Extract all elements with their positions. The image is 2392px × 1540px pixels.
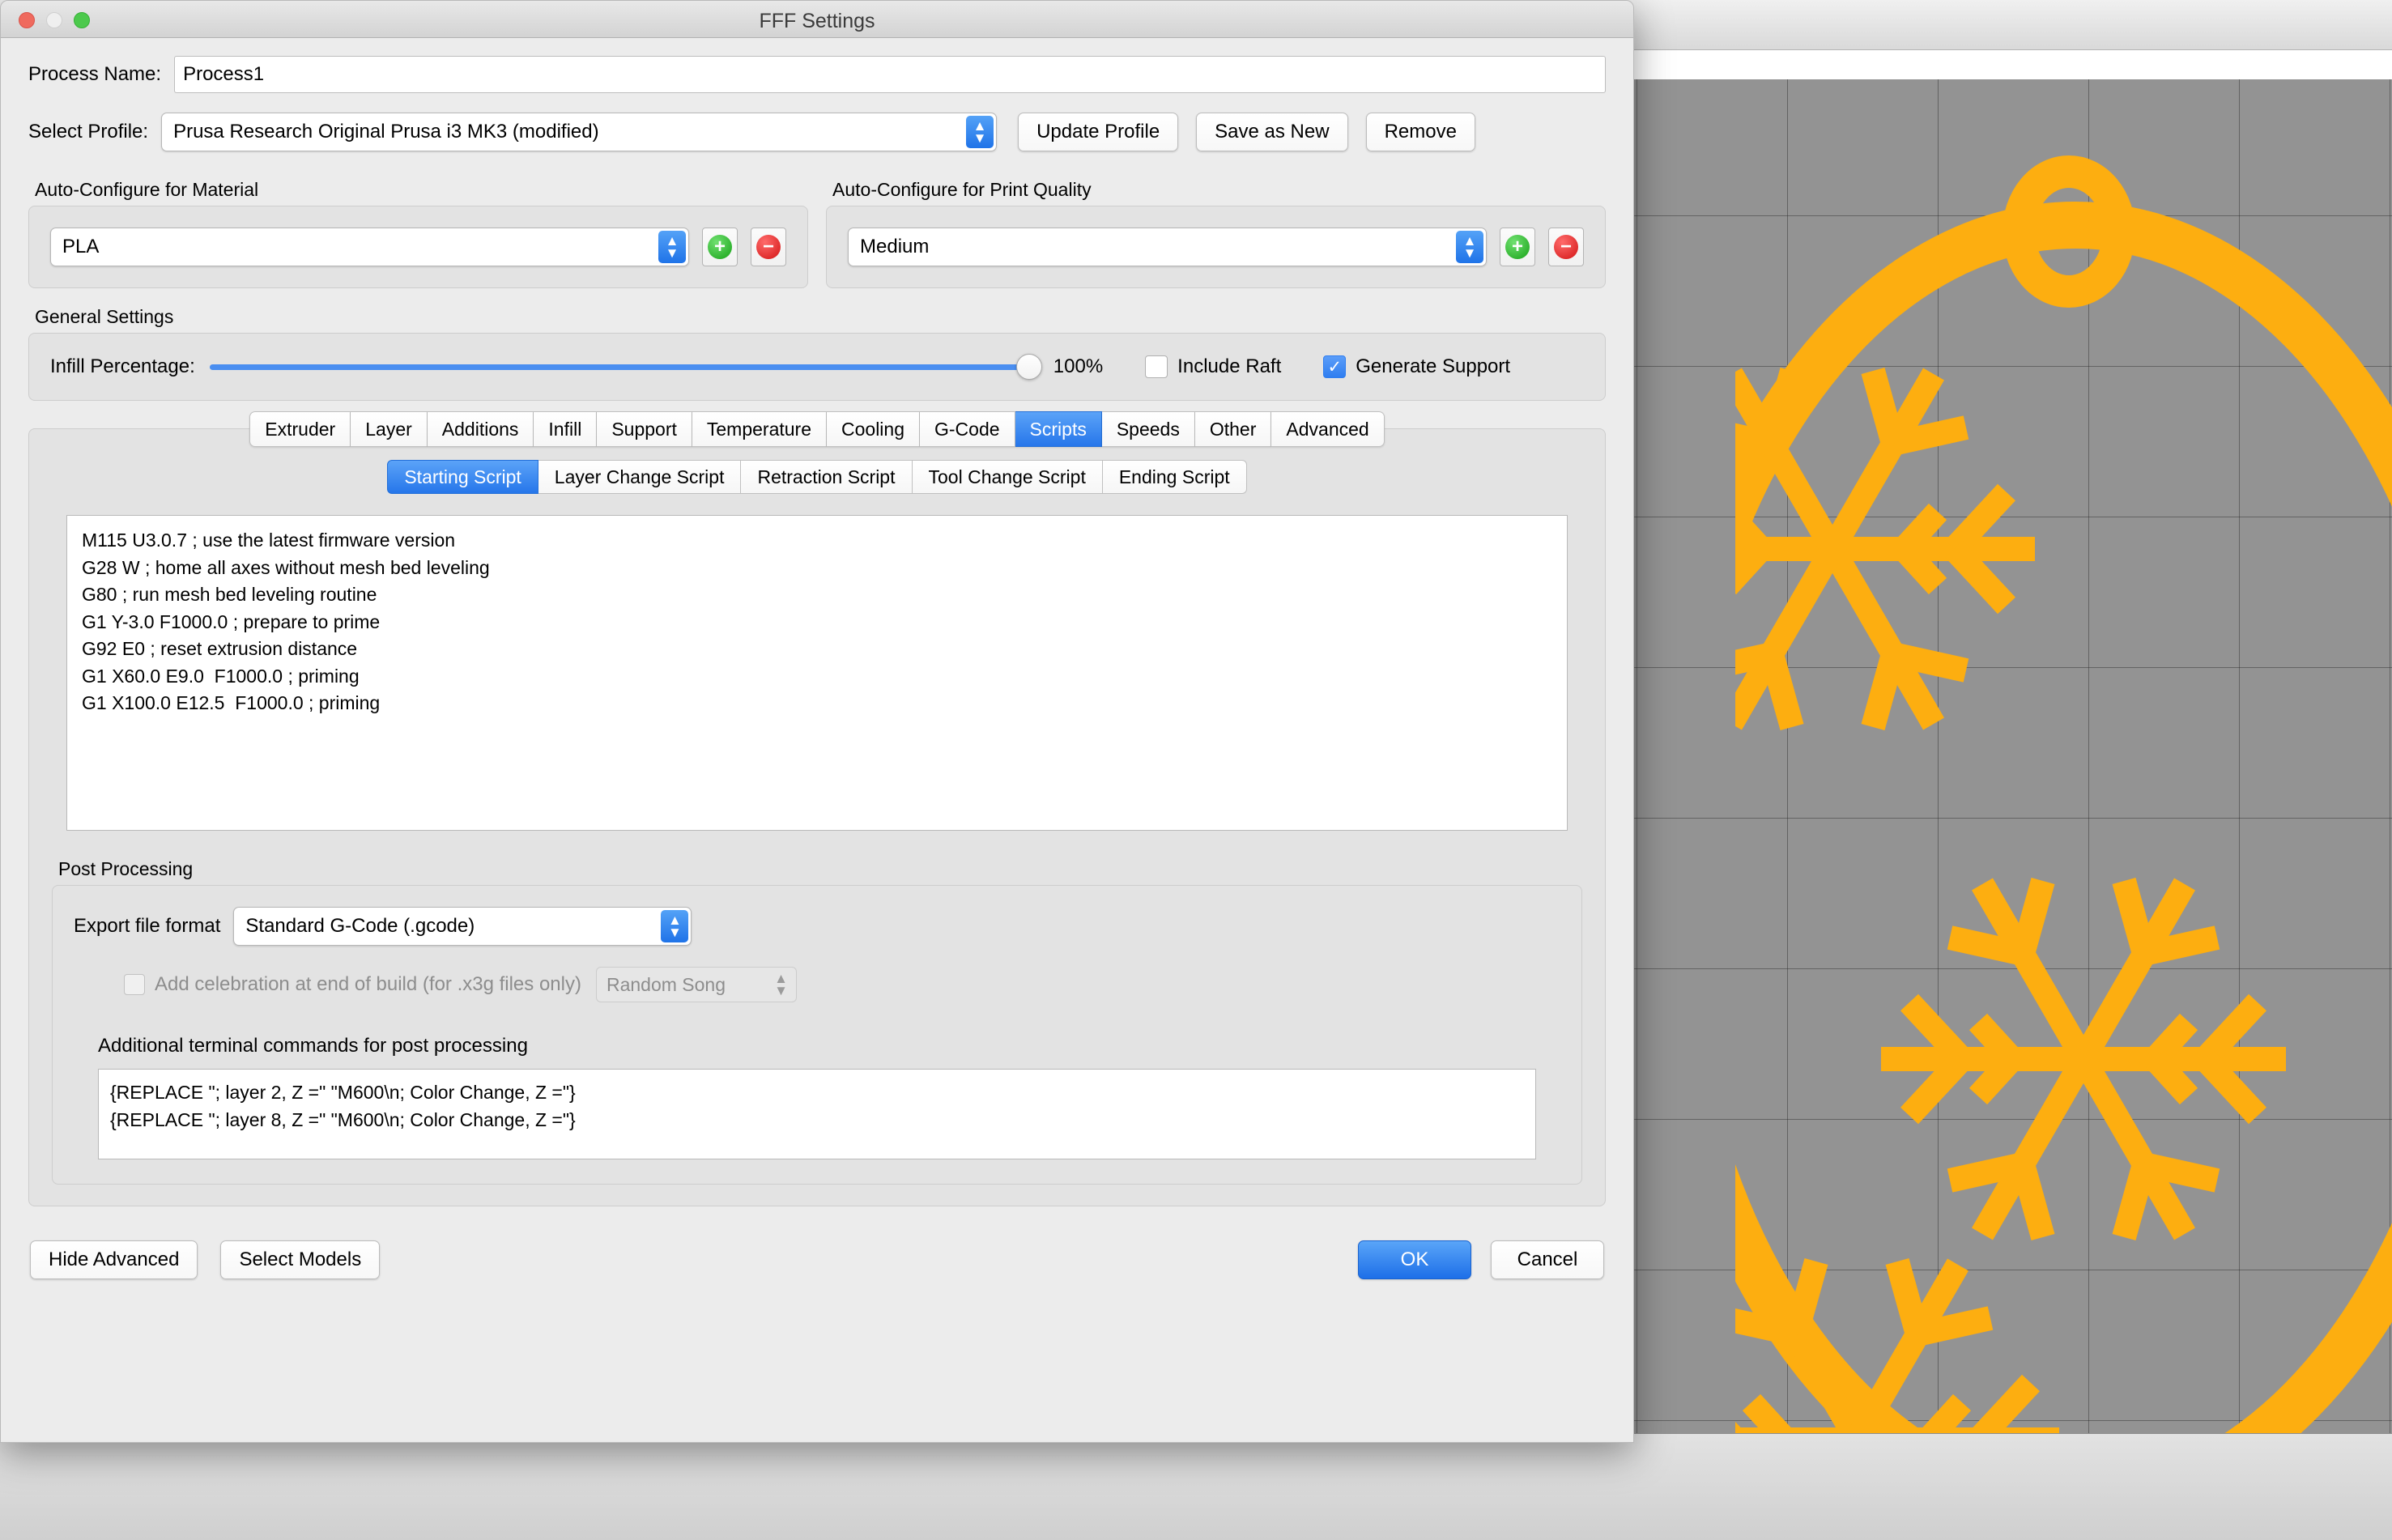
chevron-updown-icon: ▲ ▼ xyxy=(1456,231,1483,263)
export-format-label: Export file format xyxy=(74,915,221,937)
subtab-retraction-script[interactable]: Retraction Script xyxy=(741,460,913,494)
celebration-song-value: Random Song xyxy=(606,974,726,995)
remove-material-button[interactable]: − xyxy=(751,228,786,266)
slider-track xyxy=(209,364,1037,370)
tab-g-code[interactable]: G-Code xyxy=(920,411,1015,447)
chevron-updown-icon: ▲ ▼ xyxy=(774,971,788,998)
title-bar: FFF Settings xyxy=(1,1,1633,38)
subtab-tool-change-script[interactable]: Tool Change Script xyxy=(912,460,1103,494)
generate-support-row[interactable]: ✓ Generate Support xyxy=(1323,355,1510,378)
select-profile-row: Select Profile: Prusa Research Original … xyxy=(28,113,1606,151)
select-profile-value: Prusa Research Original Prusa i3 MK3 (mo… xyxy=(173,121,599,143)
process-name-label: Process Name: xyxy=(28,63,162,85)
dialog-footer: Hide Advanced Select Models OK Cancel xyxy=(28,1240,1606,1279)
select-profile-dropdown[interactable]: Prusa Research Original Prusa i3 MK3 (mo… xyxy=(161,113,998,151)
subtab-layer-change-script[interactable]: Layer Change Script xyxy=(538,460,742,494)
quality-dropdown[interactable]: Medium ▲ ▼ xyxy=(848,228,1487,266)
minus-circle-icon: − xyxy=(1554,235,1578,259)
post-processing-title: Post Processing xyxy=(58,858,194,879)
tab-support[interactable]: Support xyxy=(597,411,692,447)
remove-profile-button[interactable]: Remove xyxy=(1365,113,1475,151)
quality-value: Medium xyxy=(860,236,930,257)
script-editor-textarea[interactable]: M115 U3.0.7 ; use the latest firmware ve… xyxy=(66,515,1568,831)
infill-percentage-value: 100% xyxy=(1053,355,1104,377)
tab-advanced[interactable]: Advanced xyxy=(1271,411,1385,447)
tab-speeds[interactable]: Speeds xyxy=(1101,411,1195,447)
tab-scripts[interactable]: Scripts xyxy=(1015,411,1102,447)
update-profile-button[interactable]: Update Profile xyxy=(1018,113,1179,151)
auto-configure-material-group: Auto-Configure for Material PLA ▲ ▼ + − xyxy=(28,179,808,288)
add-material-button[interactable]: + xyxy=(702,228,738,266)
general-settings-group: General Settings Infill Percentage: 100%… xyxy=(28,306,1606,401)
slider-thumb[interactable] xyxy=(1015,354,1042,380)
celebration-label: Add celebration at end of build (for .x3… xyxy=(155,973,581,995)
chevron-updown-icon: ▲ ▼ xyxy=(966,116,994,148)
include-raft-label: Include Raft xyxy=(1177,355,1282,377)
tab-temperature[interactable]: Temperature xyxy=(692,411,827,447)
hide-advanced-button[interactable]: Hide Advanced xyxy=(30,1240,198,1279)
terminal-commands-textarea[interactable]: {REPLACE "; layer 2, Z =" "M600\n; Color… xyxy=(98,1069,1536,1159)
infill-percentage-label: Infill Percentage: xyxy=(50,355,195,377)
infill-percentage-slider[interactable] xyxy=(209,354,1042,380)
export-format-dropdown[interactable]: Standard G-Code (.gcode) ▲ ▼ xyxy=(233,907,692,946)
remove-quality-button[interactable]: − xyxy=(1548,228,1584,266)
plus-circle-icon: + xyxy=(708,235,732,259)
save-as-new-button[interactable]: Save as New xyxy=(1196,113,1348,151)
cancel-button[interactable]: Cancel xyxy=(1491,1240,1604,1279)
subtab-ending-script[interactable]: Ending Script xyxy=(1102,460,1247,494)
window-title: FFF Settings xyxy=(759,10,875,32)
auto-configure-row: Auto-Configure for Material PLA ▲▼ + − xyxy=(28,179,1606,288)
process-name-input[interactable]: Process1 xyxy=(174,56,1606,93)
tab-other[interactable]: Other xyxy=(1194,411,1272,447)
main-tab-bar: Extruder Layer Additions Infill Support Tempe… xyxy=(49,411,1585,447)
celebration-checkbox xyxy=(124,974,145,995)
terminal-commands-label: Additional terminal commands for post pr… xyxy=(98,1035,528,1057)
minus-circle-icon: − xyxy=(756,235,781,259)
material-group-title: Auto-Configure for Material xyxy=(35,179,259,200)
select-profile-label: Select Profile: xyxy=(28,121,149,143)
dialog-body: Process Name: Process1 Select Profile: P… xyxy=(1,56,1633,1279)
subtab-starting-script[interactable]: Starting Script xyxy=(387,460,538,494)
viewport-status-bar xyxy=(0,1433,2392,1540)
tab-layer[interactable]: Layer xyxy=(351,411,428,447)
export-format-row: Export file format Standard G-Code (.gco… xyxy=(74,907,1560,946)
auto-configure-quality-group: Auto-Configure for Print Quality Medium … xyxy=(826,179,1606,288)
material-dropdown[interactable]: PLA ▲ ▼ xyxy=(50,228,689,266)
generate-support-label: Generate Support xyxy=(1356,355,1511,377)
tab-cooling[interactable]: Cooling xyxy=(827,411,920,447)
process-name-row: Process Name: Process1 xyxy=(28,56,1606,93)
tab-infill[interactable]: Infill xyxy=(534,411,598,447)
chevron-updown-icon: ▲ ▼ xyxy=(658,231,686,263)
plus-circle-icon: + xyxy=(1505,235,1530,259)
material-value: PLA xyxy=(62,236,100,257)
fff-settings-dialog: FFF Settings Process Name: Process1 Sele… xyxy=(0,0,1634,1443)
general-settings-title: General Settings xyxy=(35,306,174,327)
generate-support-checkbox[interactable]: ✓ xyxy=(1323,355,1347,378)
tab-extruder[interactable]: Extruder xyxy=(249,411,351,447)
celebration-song-dropdown: Random Song ▲ ▼ xyxy=(595,967,797,1002)
quality-group-title: Auto-Configure for Print Quality xyxy=(832,179,1092,200)
include-raft-row[interactable]: Include Raft xyxy=(1145,355,1281,378)
celebration-row: Add celebration at end of build (for .x3… xyxy=(74,967,1560,1002)
add-quality-button[interactable]: + xyxy=(1500,228,1535,266)
tab-additions[interactable]: Additions xyxy=(427,411,534,447)
snowflake-ornament-model[interactable] xyxy=(1735,50,2392,1500)
select-models-button[interactable]: Select Models xyxy=(220,1240,381,1279)
chevron-updown-icon: ▲ ▼ xyxy=(661,910,689,942)
include-raft-checkbox[interactable] xyxy=(1145,355,1168,378)
ok-button[interactable]: OK xyxy=(1358,1240,1471,1279)
export-format-value: Standard G-Code (.gcode) xyxy=(245,915,475,937)
post-processing-group: Post Processing Export file format Stand… xyxy=(49,858,1585,1185)
settings-tab-panel: Extruder Layer Additions Infill Support Tempe… xyxy=(28,411,1606,1206)
script-sub-tab-bar: Starting Script Layer Change Script Retrac… xyxy=(49,460,1585,494)
